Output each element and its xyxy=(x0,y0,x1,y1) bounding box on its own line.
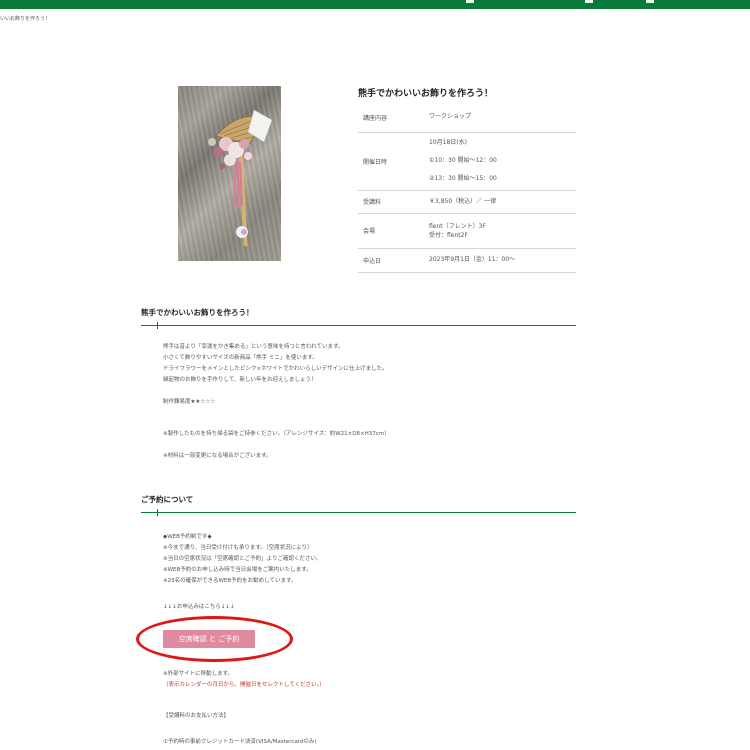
difficulty-rating: 制作難易度★★☆☆☆ xyxy=(163,399,216,405)
row-value: 10月18日(水) ①10：30 開始～12：00 ②13：30 開始～15：0… xyxy=(421,132,576,191)
section-divider-tick xyxy=(157,322,158,329)
reservation-line: ※当日の空席状況は「空席確認とご予約」よりご確認ください。 xyxy=(163,556,322,562)
kumade-product-photo xyxy=(178,86,281,261)
nav-item-marker[interactable] xyxy=(585,0,593,3)
top-navigation-bar xyxy=(0,0,750,9)
reservation-line: ※23名の確保ができるWEB予約をお勧めしています。 xyxy=(163,578,297,584)
description-line: 小さくて飾りやすいサイズの新商品「熊手 ミニ」を使います。 xyxy=(163,355,318,361)
row-value: 2023年9月1日（金）11：00～ xyxy=(421,248,576,273)
table-row: 講座内容 ワークショップ xyxy=(358,103,576,133)
row-label: 受講料 xyxy=(358,190,421,214)
table-row: 開催日時 10月18日(水) ①10：30 開始～12：00 ②13：30 開始… xyxy=(358,132,576,191)
workshop-title: 熊手でかわいいお飾りを作ろう！ xyxy=(358,89,494,99)
row-label: 会場 xyxy=(358,213,421,249)
note-line: ※製作したものを持ち帰る袋をご持参ください。（アレンジサイズ：約W21×D8×H… xyxy=(163,431,390,437)
workshop-info-table: 講座内容 ワークショップ 開催日時 10月18日(水) ①10：30 開始～12… xyxy=(358,103,576,273)
description-line: 縁起物のお飾りを手作りして、新しい年をお迎えしましょう！ xyxy=(163,377,317,383)
row-value: flent（フレント）3F 受付：flent2F xyxy=(421,213,576,249)
apply-arrow-text: ↓↓↓お申込みはこちら↓↓↓ xyxy=(163,604,235,610)
reservation-line: ※今まで通り、当日受け付けも承ります。（空席状況により） xyxy=(163,545,313,551)
table-row: 会場 flent（フレント）3F 受付：flent2F xyxy=(358,213,576,249)
section-title-description: 熊手でかわいいお飾りを作ろう！ xyxy=(141,308,254,317)
nav-item-marker[interactable] xyxy=(646,0,654,3)
payment-method-title: 【受講料のお支払い方法】 xyxy=(163,713,230,719)
row-value: ワークショップ xyxy=(421,103,576,133)
reservation-line: ※WEB予約のお申し込み時で当日会場をご案内いたします。 xyxy=(163,567,312,573)
section-divider xyxy=(141,325,576,326)
nav-item-marker[interactable] xyxy=(466,0,474,3)
payment-method-line: ①予約時の事前クレジットカード決済(VISA/Mastercardのみ) xyxy=(163,739,317,745)
note-line: ※材料は一部変更になる場合がございます。 xyxy=(163,453,272,459)
description-line: 熊手は昔より「幸運をかき集める」という意味を持つと言われています。 xyxy=(163,344,344,350)
breadcrumb[interactable]: いいお飾りを作ろう！ xyxy=(0,15,50,22)
reservation-line: ◆WEB予約制です◆ xyxy=(163,534,212,540)
external-site-note: ※外部サイトに移動します。 xyxy=(163,671,234,677)
section-title-reservation: ご予約について xyxy=(141,495,194,504)
table-row: 受講料 ￥3,850（税込）／ 一律 xyxy=(358,190,576,214)
highlight-circle xyxy=(136,616,293,662)
table-row: 申込日 2023年9月1日（金）11：00～ xyxy=(358,248,576,273)
row-label: 開催日時 xyxy=(358,132,421,191)
description-line: ドライフラワーをメインとしたピンク×ホワイトでかわいらしいデザインに仕上げました… xyxy=(163,366,388,372)
row-label: 申込日 xyxy=(358,248,421,273)
calendar-instruction-note: （表示カレンダーの月日から、開催日をセレクトしてください。） xyxy=(163,682,325,688)
row-label: 講座内容 xyxy=(358,103,421,133)
row-value: ￥3,850（税込）／ 一律 xyxy=(421,190,576,214)
section-divider-tick xyxy=(157,509,158,516)
section-divider xyxy=(141,512,576,513)
